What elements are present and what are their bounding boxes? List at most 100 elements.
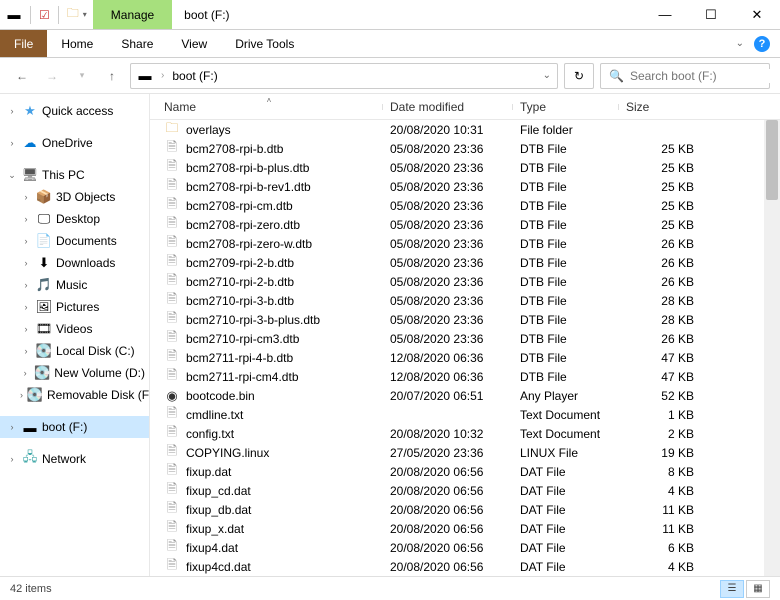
navigation-pane[interactable]: › ★ Quick access › ☁ OneDrive ⌄ 🖥 This P… bbox=[0, 94, 150, 576]
tree-item[interactable]: ›💽Removable Disk (F:) bbox=[14, 384, 149, 406]
column-header-date[interactable]: Date modified bbox=[382, 100, 512, 114]
search-icon: 🔍 bbox=[609, 69, 624, 83]
file-row[interactable]: 🗎bcm2711-rpi-cm4.dtb12/08/2020 06:36DTB … bbox=[150, 367, 780, 386]
tree-item[interactable]: ›📄Documents bbox=[14, 230, 149, 252]
file-row[interactable]: 🗎bcm2710-rpi-3-b.dtb05/08/2020 23:36DTB … bbox=[150, 291, 780, 310]
view-large-icons-button[interactable]: ▦ bbox=[746, 580, 770, 598]
file-row[interactable]: 🗎fixup_x.dat20/08/2020 06:56DAT File11 K… bbox=[150, 519, 780, 538]
tree-item[interactable]: ›💽Local Disk (C:) bbox=[14, 340, 149, 362]
tree-quick-access[interactable]: › ★ Quick access bbox=[0, 100, 149, 122]
minimize-button[interactable]: — bbox=[642, 0, 688, 29]
qat-folder-icon[interactable]: 🗀 bbox=[67, 4, 79, 25]
address-dropdown-icon[interactable]: ⌄ bbox=[543, 70, 551, 81]
chevron-right-icon[interactable]: › bbox=[20, 258, 32, 268]
file-row[interactable]: 🗎fixup4.dat20/08/2020 06:56DAT File6 KB bbox=[150, 538, 780, 557]
tree-onedrive[interactable]: › ☁ OneDrive bbox=[0, 132, 149, 154]
file-size: 47 KB bbox=[618, 370, 702, 384]
item-icon: ⬇ bbox=[36, 255, 52, 271]
tree-this-pc[interactable]: ⌄ 🖥 This PC bbox=[0, 164, 149, 186]
search-input[interactable] bbox=[630, 69, 780, 83]
file-row[interactable]: 🗎bcm2708-rpi-b-plus.dtb05/08/2020 23:36D… bbox=[150, 158, 780, 177]
tab-drive-tools[interactable]: Drive Tools bbox=[221, 30, 308, 57]
chevron-right-icon[interactable]: › bbox=[20, 324, 32, 334]
tab-share[interactable]: Share bbox=[107, 30, 167, 57]
tree-item[interactable]: ›💽New Volume (D:) bbox=[14, 362, 149, 384]
file-row[interactable]: 🗀overlays20/08/2020 10:31File folder bbox=[150, 120, 780, 139]
file-row[interactable]: 🗎fixup_cd.dat20/08/2020 06:56DAT File4 K… bbox=[150, 481, 780, 500]
view-details-button[interactable]: ☰ bbox=[720, 580, 744, 598]
file-row[interactable]: 🗎fixup.dat20/08/2020 06:56DAT File8 KB bbox=[150, 462, 780, 481]
file-row[interactable]: 🗎bcm2708-rpi-cm.dtb05/08/2020 23:36DTB F… bbox=[150, 196, 780, 215]
file-type: DTB File bbox=[512, 294, 618, 308]
nav-back-button[interactable]: ← bbox=[10, 64, 34, 88]
file-row[interactable]: ◉bootcode.bin20/07/2020 06:51Any Player5… bbox=[150, 386, 780, 405]
file-row[interactable]: 🗎cmdline.txtText Document1 KB bbox=[150, 405, 780, 424]
file-date: 05/08/2020 23:36 bbox=[382, 199, 512, 213]
scrollbar-thumb[interactable] bbox=[766, 120, 778, 200]
chevron-right-icon[interactable]: › bbox=[20, 346, 32, 356]
close-button[interactable]: ✕ bbox=[734, 0, 780, 29]
tree-boot-drive[interactable]: › ▬ boot (F:) bbox=[0, 416, 149, 438]
tree-network[interactable]: › 🖧 Network bbox=[0, 448, 149, 470]
file-list[interactable]: 🗀overlays20/08/2020 10:31File folder🗎bcm… bbox=[150, 120, 780, 576]
file-type: Text Document bbox=[512, 427, 618, 441]
chevron-right-icon[interactable]: › bbox=[20, 214, 32, 224]
file-row[interactable]: 🗎bcm2709-rpi-2-b.dtb05/08/2020 23:36DTB … bbox=[150, 253, 780, 272]
column-header-type[interactable]: Type bbox=[512, 100, 618, 114]
file-row[interactable]: 🗎bcm2711-rpi-4-b.dtb12/08/2020 06:36DTB … bbox=[150, 348, 780, 367]
tree-item[interactable]: › ⬇ Downloads bbox=[14, 252, 149, 274]
tree-item[interactable]: ›🎵Music bbox=[14, 274, 149, 296]
chevron-right-icon[interactable]: › bbox=[20, 280, 32, 290]
file-row[interactable]: 🗎fixup_db.dat20/08/2020 06:56DAT File11 … bbox=[150, 500, 780, 519]
tree-item-label: Documents bbox=[56, 234, 117, 248]
vertical-scrollbar[interactable] bbox=[764, 120, 780, 576]
tree-item[interactable]: ›🎞Videos bbox=[14, 318, 149, 340]
chevron-right-icon[interactable]: › bbox=[6, 106, 18, 116]
chevron-right-icon[interactable]: › bbox=[20, 236, 32, 246]
chevron-right-icon[interactable]: › bbox=[6, 422, 18, 432]
chevron-right-icon[interactable]: › bbox=[20, 192, 32, 202]
tree-item[interactable]: ›📦3D Objects bbox=[14, 186, 149, 208]
file-date: 05/08/2020 23:36 bbox=[382, 218, 512, 232]
address-bar[interactable]: ▬ › boot (F:) ⌄ bbox=[130, 63, 558, 89]
file-row[interactable]: 🗎bcm2710-rpi-cm3.dtb05/08/2020 23:36DTB … bbox=[150, 329, 780, 348]
chevron-right-icon[interactable]: › bbox=[6, 138, 18, 148]
file-type: DAT File bbox=[512, 541, 618, 555]
nav-up-button[interactable]: ↑ bbox=[100, 64, 124, 88]
chevron-down-icon[interactable]: ⌄ bbox=[6, 170, 18, 181]
file-row[interactable]: 🗎bcm2710-rpi-3-b-plus.dtb05/08/2020 23:3… bbox=[150, 310, 780, 329]
chevron-right-icon[interactable]: › bbox=[20, 368, 30, 378]
column-header-name[interactable]: ˄ Name bbox=[156, 100, 382, 114]
tab-home[interactable]: Home bbox=[47, 30, 107, 57]
file-row[interactable]: 🗎config.txt20/08/2020 10:32Text Document… bbox=[150, 424, 780, 443]
file-row[interactable]: 🗎COPYING.linux27/05/2020 23:36LINUX File… bbox=[150, 443, 780, 462]
chevron-right-icon[interactable]: › bbox=[6, 454, 18, 464]
file-row[interactable]: 🗎bcm2708-rpi-b.dtb05/08/2020 23:36DTB Fi… bbox=[150, 139, 780, 158]
help-icon[interactable]: ? bbox=[754, 36, 770, 52]
tree-item[interactable]: ›🖵Desktop bbox=[14, 208, 149, 230]
tab-file[interactable]: File bbox=[0, 30, 47, 57]
qat-properties-icon[interactable]: ☑ bbox=[39, 8, 50, 22]
tree-item-label: boot (F:) bbox=[42, 420, 87, 434]
nav-recent-dropdown[interactable]: ▾ bbox=[70, 64, 94, 88]
file-row[interactable]: 🗎bcm2710-rpi-2-b.dtb05/08/2020 23:36DTB … bbox=[150, 272, 780, 291]
refresh-button[interactable]: ↻ bbox=[564, 63, 594, 89]
tree-item[interactable]: ›🖼Pictures bbox=[14, 296, 149, 318]
context-tab-manage[interactable]: Manage bbox=[93, 0, 172, 29]
file-type: DTB File bbox=[512, 161, 618, 175]
ribbon-expand-icon[interactable]: ⌄ bbox=[736, 38, 744, 49]
column-header-size[interactable]: Size bbox=[618, 100, 702, 114]
file-row[interactable]: 🗎fixup4cd.dat20/08/2020 06:56DAT File4 K… bbox=[150, 557, 780, 576]
file-row[interactable]: 🗎bcm2708-rpi-zero-w.dtb05/08/2020 23:36D… bbox=[150, 234, 780, 253]
chevron-right-icon[interactable]: › bbox=[20, 390, 23, 400]
nav-forward-button[interactable]: → bbox=[40, 64, 64, 88]
qat-dropdown-icon[interactable]: ▾ bbox=[83, 10, 87, 19]
tab-view[interactable]: View bbox=[167, 30, 221, 57]
maximize-button[interactable]: ☐ bbox=[688, 0, 734, 29]
chevron-right-icon[interactable]: › bbox=[20, 302, 32, 312]
tree-item-label: Downloads bbox=[56, 256, 115, 270]
file-row[interactable]: 🗎bcm2708-rpi-b-rev1.dtb05/08/2020 23:36D… bbox=[150, 177, 780, 196]
file-row[interactable]: 🗎bcm2708-rpi-zero.dtb05/08/2020 23:36DTB… bbox=[150, 215, 780, 234]
search-box[interactable]: 🔍 bbox=[600, 63, 770, 89]
file-size: 25 KB bbox=[618, 218, 702, 232]
